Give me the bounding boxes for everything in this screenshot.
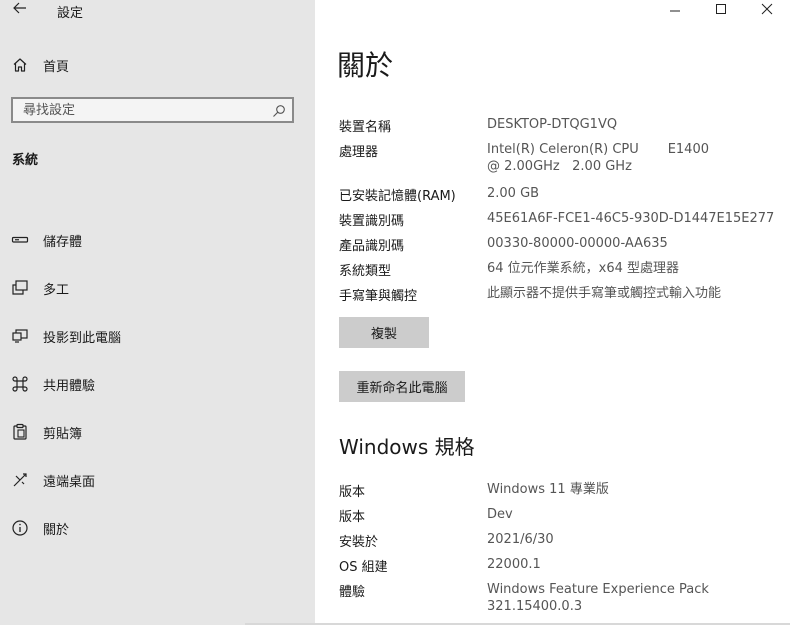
minimize-icon bbox=[670, 10, 680, 12]
sidebar: 設定 首頁 系統 bbox=[0, 0, 315, 625]
windows-spec-title: Windows 規格 bbox=[339, 435, 475, 459]
multitasking-icon bbox=[11, 279, 29, 297]
shared-experiences-icon bbox=[11, 375, 29, 393]
sidebar-item-label: 剪貼簿 bbox=[43, 426, 83, 442]
spec-value: DESKTOP-DTQG1VQ bbox=[487, 117, 618, 132]
copy-button[interactable]: 複製 bbox=[339, 317, 429, 348]
sidebar-item-label: 多工 bbox=[43, 282, 70, 298]
sidebar-item-storage[interactable]: 儲存體 bbox=[0, 216, 315, 264]
spec-label: 安裝於 bbox=[339, 535, 379, 550]
sidebar-item-home[interactable]: 首頁 bbox=[0, 52, 315, 78]
spec-value: Windows Feature Experience Pack 321.1540… bbox=[487, 582, 709, 614]
info-icon bbox=[11, 519, 29, 537]
spec-label: OS 組建 bbox=[339, 560, 388, 575]
spec-label: 裝置名稱 bbox=[339, 120, 392, 135]
spec-label: 裝置識別碼 bbox=[339, 214, 405, 229]
main-content: 關於 裝置名稱 DESKTOP-DTQG1VQ 處理器 Intel(R) Cel… bbox=[315, 0, 790, 625]
sidebar-item-label: 投影到此電腦 bbox=[43, 330, 122, 346]
maximize-button[interactable] bbox=[698, 0, 744, 18]
sidebar-item-shared-experiences[interactable]: 共用體驗 bbox=[0, 360, 315, 408]
rename-pc-button[interactable]: 重新命名此電腦 bbox=[339, 371, 465, 402]
sidebar-item-label: 儲存體 bbox=[43, 234, 83, 250]
spec-value: Dev bbox=[487, 507, 513, 522]
sidebar-item-label: 遠端桌面 bbox=[43, 474, 96, 490]
back-button[interactable] bbox=[12, 0, 28, 16]
app-title: 設定 bbox=[57, 6, 84, 21]
sidebar-item-projecting[interactable]: 投影到此電腦 bbox=[0, 312, 315, 360]
storage-icon bbox=[11, 231, 29, 249]
search-input[interactable] bbox=[23, 101, 263, 119]
spec-label: 產品識別碼 bbox=[339, 239, 405, 254]
close-button[interactable] bbox=[744, 0, 790, 18]
search-box bbox=[11, 97, 294, 123]
page-title: 關於 bbox=[337, 49, 394, 82]
spec-label: 體驗 bbox=[339, 585, 366, 600]
close-icon bbox=[761, 3, 773, 15]
spec-value: 此顯示器不提供手寫筆或觸控式輸入功能 bbox=[487, 286, 722, 301]
spec-value: 00330-80000-00000-AA635 bbox=[487, 236, 668, 251]
spec-value: Windows 11 專業版 bbox=[487, 482, 609, 497]
spec-label: 手寫筆與觸控 bbox=[339, 289, 418, 304]
clipboard-icon bbox=[11, 423, 29, 441]
spec-label: 版本 bbox=[339, 485, 366, 500]
spec-label: 已安裝記憶體(RAM) bbox=[339, 189, 456, 204]
spec-label: 處理器 bbox=[339, 145, 379, 160]
back-arrow-icon bbox=[13, 2, 26, 14]
search-icon[interactable] bbox=[272, 103, 286, 117]
spec-value: 45E61A6F-FCE1-46C5-930D-D1447E15E277 bbox=[487, 211, 775, 226]
spec-value: 2021/6/30 bbox=[487, 532, 554, 547]
sidebar-item-multitasking[interactable]: 多工 bbox=[0, 264, 315, 312]
spec-label: 版本 bbox=[339, 510, 366, 525]
remote-desktop-icon bbox=[11, 471, 29, 489]
sidebar-nav-list: 儲存體 多工 投影到此電腦 共用體驗 剪貼簿 遠端桌面 關於 bbox=[0, 216, 315, 552]
minimize-button[interactable] bbox=[652, 0, 698, 18]
projecting-icon bbox=[11, 327, 29, 345]
sidebar-item-clipboard[interactable]: 剪貼簿 bbox=[0, 408, 315, 456]
home-icon bbox=[11, 56, 29, 74]
section-title: 系統 bbox=[12, 153, 39, 168]
spec-value: 22000.1 bbox=[487, 557, 541, 572]
spec-value: Intel(R) Celeron(R) CPU E1400 @ 2.00GHz … bbox=[487, 142, 718, 174]
spec-value: 64 位元作業系統，x64 型處理器 bbox=[487, 261, 680, 276]
maximize-icon bbox=[716, 4, 726, 14]
spec-value: 2.00 GB bbox=[487, 186, 540, 201]
sidebar-item-label: 共用體驗 bbox=[43, 378, 96, 394]
sidebar-item-label: 關於 bbox=[43, 522, 70, 538]
window-controls bbox=[652, 0, 790, 18]
spec-label: 系統類型 bbox=[339, 264, 392, 279]
sidebar-item-remote-desktop[interactable]: 遠端桌面 bbox=[0, 456, 315, 504]
sidebar-item-about[interactable]: 關於 bbox=[0, 504, 315, 552]
settings-window: 設定 首頁 系統 bbox=[0, 0, 790, 625]
sidebar-item-label: 首頁 bbox=[43, 59, 70, 75]
